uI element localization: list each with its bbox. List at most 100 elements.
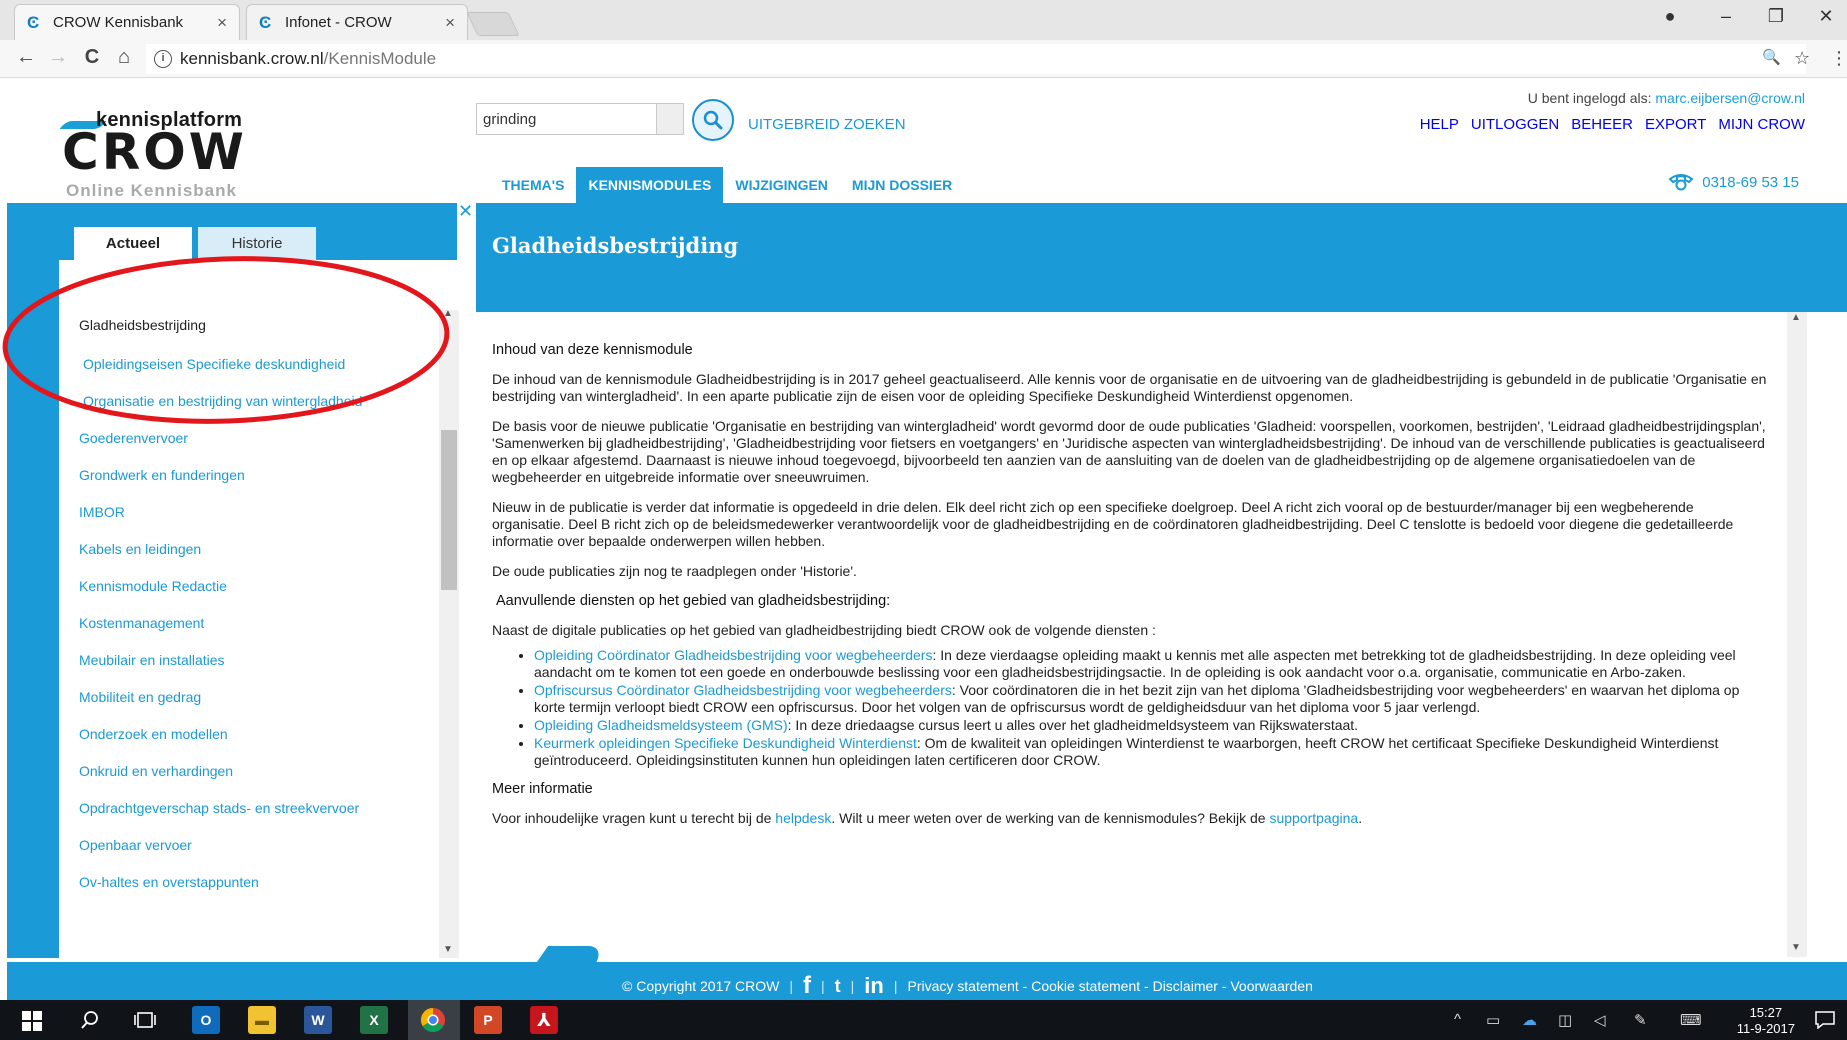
tab-actueel[interactable]: Actueel [74,227,192,260]
browser-tab-crow-kennisbank[interactable]: Ͼ CROW Kennisbank × [14,4,240,40]
sidebar-item[interactable]: Meubilair en installaties [79,652,225,668]
close-icon[interactable]: × [445,13,455,33]
powerpoint-icon[interactable]: P [474,1006,502,1034]
sidebar-item[interactable]: Ov-haltes en overstappunten [79,874,259,890]
paragraph: De basis voor de nieuwe publicatie 'Orga… [492,418,1766,485]
advanced-search-link[interactable]: UITGEBREID ZOEKEN [748,116,906,133]
supportpagina-link[interactable]: supportpagina [1269,810,1358,826]
volume-icon[interactable]: ◁ [1594,1011,1606,1029]
clock-time: 15:27 [1749,1005,1783,1020]
scroll-down-icon[interactable]: ▼ [1791,942,1801,953]
mijn-crow-link[interactable]: MIJN CROW [1718,116,1805,133]
sidebar-subitem[interactable]: Organisatie en bestrijding van wintergla… [83,393,362,409]
scroll-up-icon[interactable]: ▲ [1791,312,1801,323]
back-arrow-icon[interactable]: ← [12,46,40,69]
chrome-taskbar-active[interactable] [408,1000,460,1040]
minimize-button[interactable]: – [1706,6,1746,27]
star-icon[interactable]: ☆ [1794,48,1810,69]
sidebar-item[interactable]: Kennismodule Redactie [79,578,227,594]
sidebar-subitem[interactable]: Opleidingseisen Specifieke deskundigheid [83,356,345,372]
profile-icon[interactable]: ● [1650,6,1690,27]
pen-icon[interactable]: ✎ [1634,1011,1647,1029]
info-icon[interactable]: i [154,50,172,68]
sidebar-item[interactable]: Kostenmanagement [79,615,204,631]
close-icon[interactable]: ✕ [458,201,473,222]
sidebar-item[interactable]: Grondwerk en funderingen [79,467,245,483]
display-icon[interactable]: ◫ [1558,1011,1572,1029]
reload-icon[interactable]: C [78,46,106,69]
nav-themas[interactable]: THEMA'S [490,167,576,203]
notification-icon[interactable] [1815,1011,1835,1029]
word-icon[interactable]: W [304,1006,332,1034]
content-scrollbar[interactable]: ▲ ▼ [1787,312,1807,957]
help-link[interactable]: HELP [1420,116,1459,133]
service-link[interactable]: Keurmerk opleidingen Specifieke Deskundi… [534,735,917,751]
facebook-icon[interactable]: f [803,972,811,1000]
export-link[interactable]: EXPORT [1645,116,1706,133]
nav-wijzigingen[interactable]: WIJZIGINGEN [723,167,840,203]
paragraph: Naast de digitale publicaties op het geb… [492,622,1156,638]
new-tab-button[interactable] [466,12,520,36]
scrollbar-thumb[interactable] [441,430,457,590]
sidebar-item[interactable]: Onkruid en verhardingen [79,763,233,779]
nav-mijn-dossier[interactable]: MIJN DOSSIER [840,167,964,203]
logout-link[interactable]: UITLOGGEN [1471,116,1559,133]
list-item: Opfriscursus Coördinator Gladheidsbestri… [534,682,1767,716]
sidebar-item-current[interactable]: Gladheidsbestrijding [79,317,206,333]
sidebar-item[interactable]: Opdrachtgeverschap stads- en streekvervo… [79,800,359,816]
login-email-link[interactable]: marc.eijbersen@crow.nl [1655,90,1805,106]
crow-logo[interactable]: kennisplatform CROW Online Kennisbank [59,109,262,200]
keyboard-icon[interactable]: ⌨ [1680,1011,1702,1029]
windows-start-icon[interactable] [22,1011,42,1031]
nav-kennismodules[interactable]: KENNISMODULES [576,167,724,203]
chevron-up-icon[interactable]: ^ [1454,1011,1461,1028]
service-link[interactable]: Opleiding Gladheidsmeldsysteem (GMS) [534,717,788,733]
excel-icon[interactable]: X [360,1006,388,1034]
sidebar-item[interactable]: Onderzoek en modellen [79,726,228,742]
menu-icon[interactable]: ⋮ [1830,48,1847,69]
search-dropdown[interactable] [656,103,684,135]
beheer-link[interactable]: BEHEER [1571,116,1633,133]
close-icon[interactable]: × [217,13,227,33]
linkedin-icon[interactable]: in [864,973,884,999]
service-link[interactable]: Opfriscursus Coördinator Gladheidsbestri… [534,682,952,698]
taskbar-clock[interactable]: 15:27 11-9-2017 [1737,1005,1795,1037]
outlook-icon[interactable]: O [192,1006,220,1034]
tab-historie[interactable]: Historie [198,227,316,260]
list-item: Opleiding Coördinator Gladheidsbestrijdi… [534,647,1767,681]
main-nav: THEMA'S KENNISMODULES WIJZIGINGEN MIJN D… [490,167,964,203]
sidebar-scrollbar[interactable]: ▲ ▼ [439,308,459,958]
sidebar-item[interactable]: Openbaar vervoer [79,837,192,853]
browser-tab-infonet[interactable]: Ͼ Infonet - CROW × [246,4,468,40]
zoom-icon[interactable]: 🔍 [1762,48,1781,66]
tab-title: CROW Kennisbank [53,14,184,31]
sidebar-item[interactable]: IMBOR [79,504,125,520]
helpdesk-link[interactable]: helpdesk [775,810,831,826]
sidebar-item[interactable]: Goederenvervoer [79,430,188,446]
service-link[interactable]: Opleiding Coördinator Gladheidsbestrijdi… [534,647,932,663]
task-view-icon[interactable] [134,1011,156,1029]
restore-button[interactable]: ❐ [1756,6,1796,27]
twitter-icon[interactable]: t [835,976,841,997]
sidebar-rail [7,260,59,958]
forward-arrow-icon[interactable]: → [44,46,72,69]
sidebar-module-list: Gladheidsbestrijding Opleidingseisen Spe… [7,260,459,958]
close-window-button[interactable]: ✕ [1806,6,1846,27]
acrobat-icon[interactable]: ⅄ [530,1006,558,1034]
home-icon[interactable]: ⌂ [110,46,138,69]
scroll-up-icon[interactable]: ▲ [443,308,453,319]
scroll-down-icon[interactable]: ▼ [443,944,453,955]
url-host: kennisbank.crow.nl [180,49,324,68]
search-icon[interactable] [80,1010,100,1030]
search-input[interactable] [476,103,656,135]
file-explorer-icon[interactable]: ▬ [248,1006,276,1034]
network-device-icon[interactable]: ▭ [1486,1011,1500,1029]
address-bar[interactable]: i kennisbank.crow.nl /KennisModule [146,44,1806,74]
search-button[interactable] [692,99,734,141]
onedrive-icon[interactable]: ☁ [1522,1011,1537,1029]
login-info: U bent ingelogd als: marc.eijbersen@crow… [1528,90,1805,106]
sidebar-item[interactable]: Mobiliteit en gedrag [79,689,201,705]
footer-links[interactable]: Privacy statement - Cookie statement - D… [908,978,1313,994]
paragraph: De oude publicaties zijn nog te raadpleg… [492,563,857,579]
sidebar-item[interactable]: Kabels en leidingen [79,541,201,557]
